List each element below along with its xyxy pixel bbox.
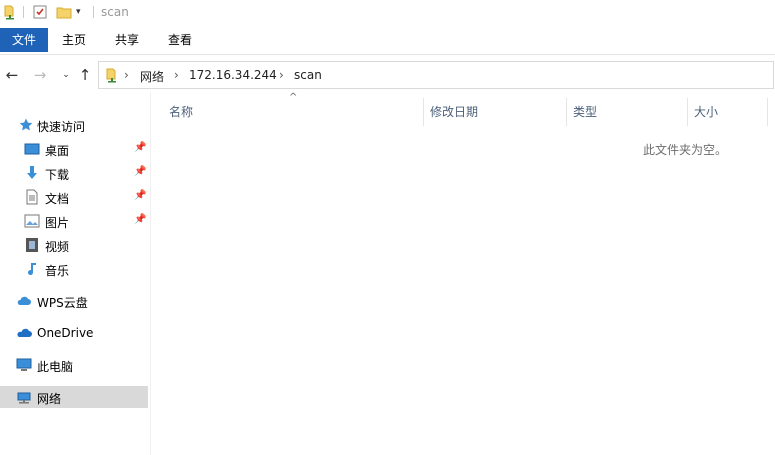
pin-icon[interactable]: 📌: [134, 214, 146, 225]
new-folder-icon[interactable]: [56, 4, 72, 20]
sidebar-item-quick-access[interactable]: 快速访问: [0, 114, 148, 136]
customize-toolbar-dropdown[interactable]: ▾: [76, 4, 92, 20]
tab-home[interactable]: 主页: [52, 28, 96, 52]
navigation-bar: ← → ⌄ ↑ › 网络 › 172.16.34.244 › scan: [0, 59, 775, 91]
network-icon: [16, 389, 32, 405]
ribbon-tabs: 文件 主页 共享 查看: [0, 28, 775, 55]
window-title: scan: [101, 5, 129, 19]
recent-locations-dropdown[interactable]: ⌄: [58, 67, 74, 83]
sidebar-item-label: 下载: [45, 168, 70, 182]
pictures-icon: [24, 213, 40, 229]
column-header-type[interactable]: 类型: [573, 103, 597, 120]
desktop-icon: [24, 141, 40, 157]
sidebar-item-wps-cloud[interactable]: WPS云盘: [0, 290, 148, 312]
chevron-right-icon[interactable]: ›: [124, 68, 129, 82]
pin-icon[interactable]: 📌: [134, 190, 146, 201]
cloud-icon: [16, 293, 32, 309]
onedrive-icon: [16, 325, 32, 341]
sidebar-item-this-pc[interactable]: 此电脑: [0, 354, 148, 376]
download-icon: [24, 165, 40, 181]
sort-ascending-icon: ^: [289, 92, 298, 103]
sidebar-item-label: 桌面: [45, 144, 70, 158]
back-arrow-icon[interactable]: ←: [4, 67, 20, 83]
breadcrumb-scan[interactable]: scan: [294, 68, 322, 82]
column-divider[interactable]: [687, 98, 688, 126]
sidebar-item-network[interactable]: 网络: [0, 386, 148, 408]
sidebar-item-label: 快速访问: [37, 120, 86, 134]
properties-icon[interactable]: [32, 4, 48, 20]
sidebar-item-onedrive[interactable]: OneDrive: [0, 322, 148, 344]
chevron-right-icon[interactable]: ›: [279, 68, 284, 82]
toolbar-divider: [93, 6, 94, 18]
title-bar: ▾ scan: [0, 0, 775, 26]
sidebar-item-label: 视频: [45, 240, 70, 254]
empty-folder-message: 此文件夹为空。: [643, 143, 728, 157]
sidebar-item-label: 音乐: [45, 264, 70, 278]
column-divider[interactable]: [566, 98, 567, 126]
video-icon: [24, 237, 40, 253]
sidebar-item-pictures[interactable]: 图片 📌: [0, 210, 148, 232]
address-bar[interactable]: › 网络 › 172.16.34.244 › scan: [98, 61, 774, 89]
tab-view[interactable]: 查看: [158, 28, 202, 52]
chevron-right-icon[interactable]: ›: [174, 68, 179, 82]
sidebar-item-label: WPS云盘: [37, 296, 88, 310]
up-arrow-icon[interactable]: ↑: [77, 67, 93, 83]
sidebar-item-label: 文档: [45, 192, 70, 206]
sidebar-item-downloads[interactable]: 下载 📌: [0, 162, 148, 184]
navigation-pane: 快速访问 桌面 📌 下载 📌 文档 📌 图片 📌 视频 音乐 WPS云盘 One…: [0, 92, 151, 455]
breadcrumb-host[interactable]: 172.16.34.244: [189, 68, 277, 82]
pin-icon[interactable]: 📌: [134, 166, 146, 177]
tab-file[interactable]: 文件: [0, 28, 48, 52]
sidebar-item-documents[interactable]: 文档 📌: [0, 186, 148, 208]
column-header-size[interactable]: 大小: [694, 103, 718, 120]
star-icon: [18, 117, 34, 133]
column-header-modified[interactable]: 修改日期: [430, 103, 478, 120]
computer-icon: [16, 357, 32, 373]
music-icon: [24, 261, 40, 277]
breadcrumb-network[interactable]: 网络: [140, 68, 164, 85]
pin-icon[interactable]: 📌: [134, 142, 146, 153]
document-icon: [24, 189, 40, 205]
file-list: ^ 名称 修改日期 类型 大小 此文件夹为空。: [151, 92, 775, 455]
sidebar-item-desktop[interactable]: 桌面 📌: [0, 138, 148, 160]
network-folder-icon: [104, 67, 120, 83]
column-divider[interactable]: [767, 98, 768, 126]
network-folder-icon: [2, 4, 18, 20]
sidebar-item-music[interactable]: 音乐: [0, 258, 148, 280]
sidebar-item-label: 网络: [37, 392, 62, 406]
column-divider[interactable]: [423, 98, 424, 126]
sidebar-item-label: 图片: [45, 216, 70, 230]
column-header-name[interactable]: 名称: [169, 103, 193, 120]
toolbar-divider: [23, 6, 24, 18]
sidebar-item-label: OneDrive: [37, 326, 94, 340]
tab-share[interactable]: 共享: [105, 28, 149, 52]
sidebar-item-videos[interactable]: 视频: [0, 234, 148, 256]
sidebar-item-label: 此电脑: [37, 360, 74, 374]
forward-arrow-icon[interactable]: →: [32, 67, 48, 83]
